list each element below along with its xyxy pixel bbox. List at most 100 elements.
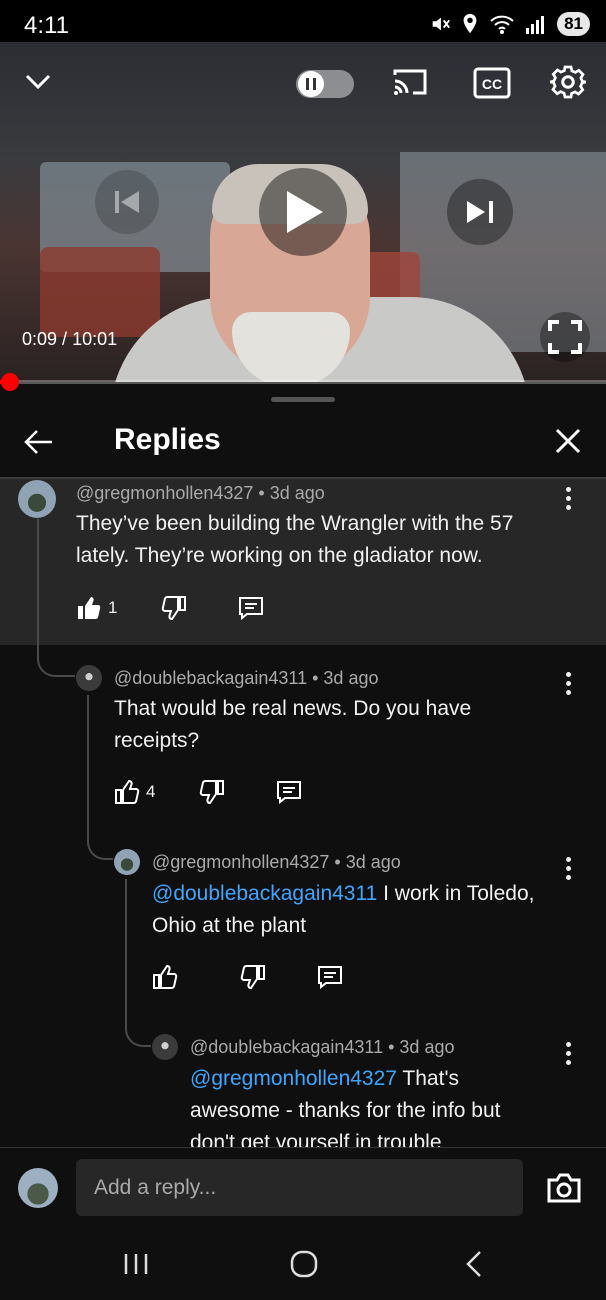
minimize-button[interactable] <box>20 64 56 100</box>
thumbs-down-icon <box>162 596 187 621</box>
recents-icon <box>124 1254 148 1274</box>
thread-line <box>37 519 75 677</box>
skip-previous-icon <box>115 191 139 213</box>
comment-author[interactable]: @gregmonhollen4327 <box>76 483 253 503</box>
close-button[interactable] <box>548 421 588 461</box>
thumbs-down-icon <box>240 965 265 990</box>
comment-age: 3d ago <box>323 668 379 688</box>
camera-icon <box>547 1173 581 1203</box>
comment-age: 3d ago <box>399 1037 455 1057</box>
like-button[interactable] <box>152 964 184 990</box>
comment-meta: @gregmonhollen4327 • 3d ago <box>76 483 325 503</box>
comment-actions <box>152 964 344 990</box>
wifi-icon <box>490 15 514 34</box>
autoplay-toggle[interactable] <box>296 70 354 98</box>
dislike-button[interactable] <box>240 964 266 990</box>
more-options-button[interactable] <box>558 483 578 513</box>
comment-author[interactable]: @gregmonhollen4327 <box>152 852 329 872</box>
location-icon <box>463 13 477 34</box>
dislike-button[interactable] <box>199 779 225 805</box>
like-button[interactable]: 1 <box>76 595 117 621</box>
recents-button[interactable] <box>116 1244 156 1284</box>
comment-text: @gregmonhollen4327 That's awesome - than… <box>190 1063 540 1147</box>
gear-icon <box>550 65 586 99</box>
cast-icon <box>393 69 427 95</box>
comment-age: 3d ago <box>269 483 325 503</box>
video-time: 0:09 / 10:01 <box>22 329 118 349</box>
comment-author[interactable]: @doublebackagain4311 <box>190 1037 383 1057</box>
like-button[interactable]: 4 <box>114 779 155 805</box>
cast-button[interactable] <box>389 62 431 102</box>
thread-line <box>87 695 113 860</box>
arrow-left-icon <box>24 430 52 454</box>
reply-button[interactable] <box>316 964 344 990</box>
comment-reply-icon <box>239 597 264 621</box>
thumbs-up-icon <box>115 779 140 804</box>
comment-meta: @doublebackagain4311 • 3d ago <box>114 668 379 688</box>
signal-icon <box>526 16 545 34</box>
avatar[interactable] <box>76 665 102 691</box>
comment-thread[interactable]: @gregmonhollen4327 • 3d ago They’ve been… <box>0 477 606 1147</box>
next-button[interactable] <box>447 179 513 245</box>
more-options-button[interactable] <box>558 668 578 698</box>
comment-text: They’ve been building the Wrangler with … <box>76 512 514 567</box>
previous-button[interactable] <box>95 170 159 234</box>
skip-next-icon <box>467 201 493 223</box>
thumbs-up-icon <box>153 964 178 989</box>
avatar[interactable] <box>114 849 140 875</box>
system-nav-bar <box>0 1228 606 1300</box>
reply-composer: Add a reply... <box>0 1147 606 1227</box>
svg-text:CC: CC <box>482 76 502 92</box>
status-time: 4:11 <box>24 12 69 39</box>
video-frame-person-beard <box>232 312 350 382</box>
captions-button[interactable]: CC <box>471 64 513 102</box>
comment-reply-icon <box>318 966 342 990</box>
comment-reply-icon <box>277 781 302 805</box>
fullscreen-button[interactable] <box>540 312 590 362</box>
play-icon <box>287 191 323 233</box>
video-frame-seat <box>40 247 160 337</box>
avatar[interactable] <box>152 1034 178 1060</box>
video-scrubber-handle[interactable] <box>1 373 19 391</box>
more-options-button[interactable] <box>558 853 578 883</box>
more-options-button[interactable] <box>558 1038 578 1068</box>
pause-icon <box>306 78 316 90</box>
settings-button[interactable] <box>548 62 588 102</box>
panel-drag-handle[interactable] <box>271 397 335 402</box>
home-button[interactable] <box>284 1244 324 1284</box>
comment-text: @doublebackagain4311 I work in Toledo, O… <box>152 878 552 942</box>
camera-button[interactable] <box>543 1168 585 1208</box>
thumbs-up-filled-icon <box>78 597 101 619</box>
panel-title: Replies <box>114 423 221 456</box>
comment-text: That would be real news. Do you have rec… <box>114 697 472 752</box>
comment-author[interactable]: @doublebackagain4311 <box>114 668 307 688</box>
back-button[interactable] <box>20 423 58 461</box>
thread-line <box>125 879 151 1047</box>
cc-icon: CC <box>473 67 511 99</box>
user-avatar[interactable] <box>18 1168 58 1208</box>
thumbs-down-icon <box>200 780 225 805</box>
avatar[interactable] <box>18 480 56 518</box>
comment-actions: 1 <box>76 595 265 621</box>
home-icon <box>290 1250 318 1278</box>
comment-meta: @doublebackagain4311 • 3d ago <box>190 1037 455 1057</box>
reply-input[interactable]: Add a reply... <box>76 1159 523 1216</box>
autoplay-knob <box>298 71 324 97</box>
reply-button[interactable] <box>237 595 265 621</box>
play-button[interactable] <box>259 168 347 256</box>
battery-icon: 81 <box>557 12 590 36</box>
close-icon <box>555 428 581 454</box>
mention-link[interactable]: @gregmonhollen4327 <box>190 1067 397 1090</box>
fullscreen-icon <box>548 320 582 354</box>
dislike-button[interactable] <box>161 595 187 621</box>
mention-link[interactable]: @doublebackagain4311 <box>152 882 377 905</box>
like-count: 1 <box>108 598 118 617</box>
chevron-down-icon <box>25 74 51 90</box>
comment-age: 3d ago <box>345 852 401 872</box>
reply-button[interactable] <box>275 779 303 805</box>
video-player[interactable]: CC 0:09 / 10:01 <box>0 42 606 382</box>
replies-header: Replies <box>0 405 606 477</box>
system-back-button[interactable] <box>454 1244 494 1284</box>
video-progress-bar[interactable] <box>0 380 606 384</box>
comment-actions: 4 <box>114 779 303 805</box>
